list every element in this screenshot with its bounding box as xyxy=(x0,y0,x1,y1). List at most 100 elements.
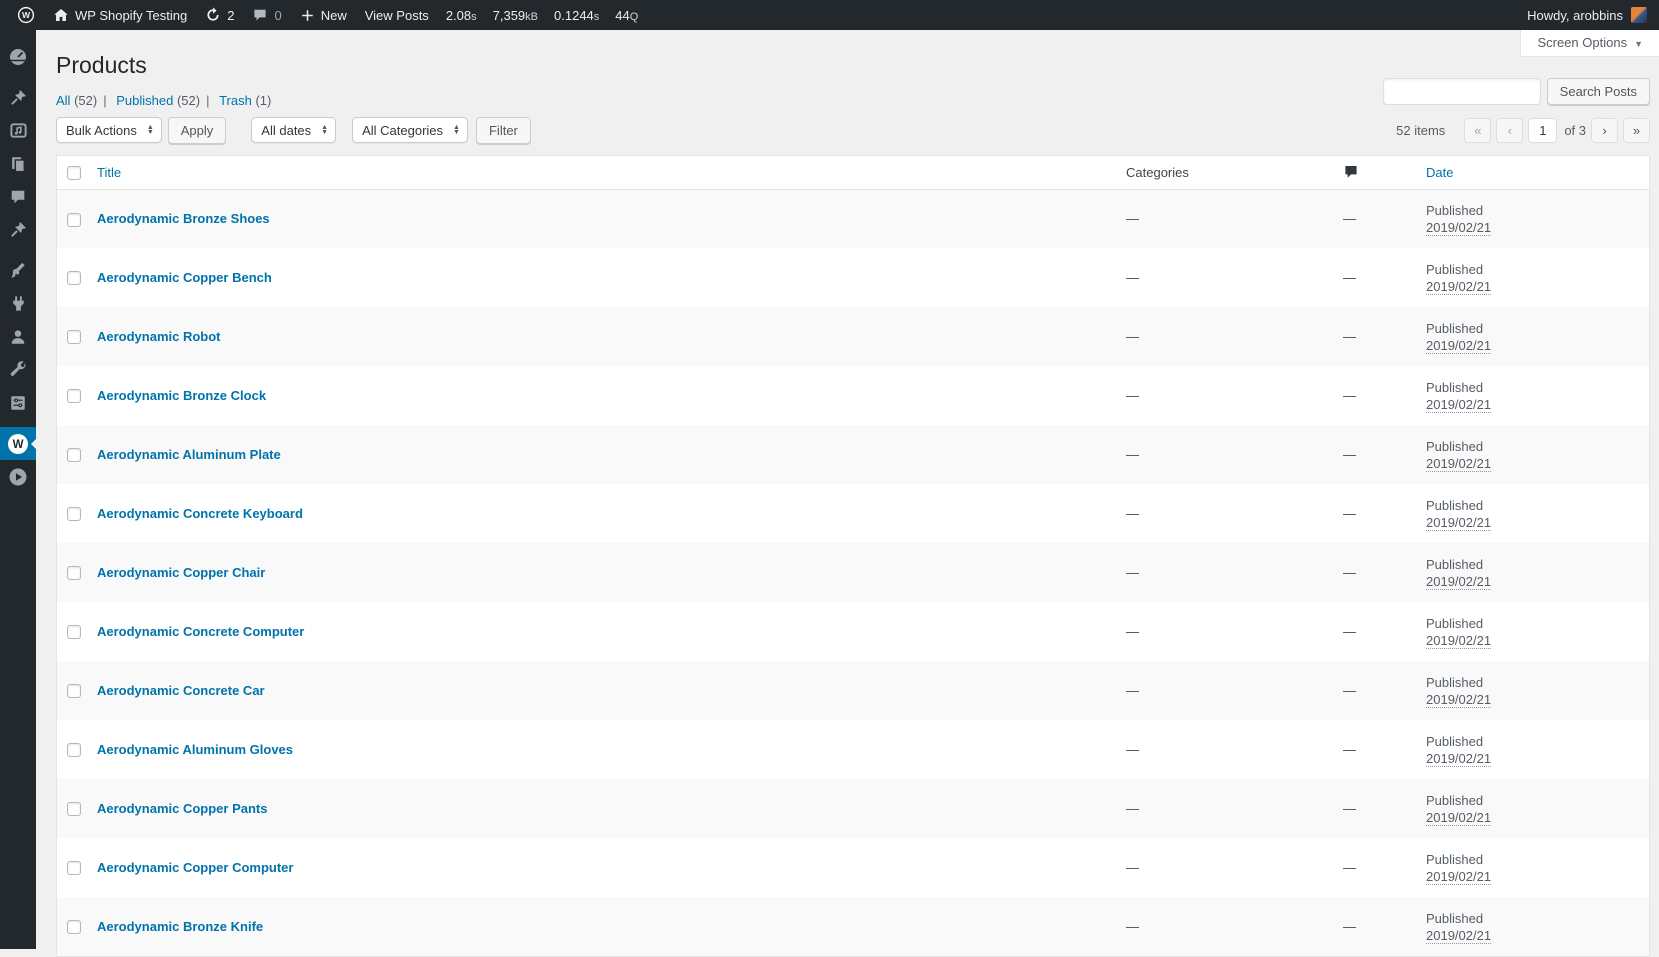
select-stepper-icon: ▲▼ xyxy=(321,125,328,135)
chevron-down-icon: ▼ xyxy=(1634,39,1643,49)
items-count: 52 items xyxy=(1396,123,1445,138)
publish-status: Published xyxy=(1426,202,1649,219)
publish-date: 2019/02/21 xyxy=(1426,338,1491,354)
comments-icon xyxy=(9,188,27,206)
admin-sidebar: W xyxy=(0,30,36,949)
comments-menu[interactable]: 0 xyxy=(243,0,290,30)
product-title-link[interactable]: Aerodynamic Bronze Knife xyxy=(97,919,263,934)
row-checkbox[interactable] xyxy=(67,861,81,875)
product-title-link[interactable]: Aerodynamic Copper Bench xyxy=(97,270,272,285)
sidebar-item-comments[interactable] xyxy=(0,180,36,213)
product-title-link[interactable]: Aerodynamic Bronze Clock xyxy=(97,388,266,403)
wp-shopify-icon: W xyxy=(7,433,29,455)
qm-time: 2.08s xyxy=(438,8,485,23)
sort-by-date-header[interactable]: Date xyxy=(1426,165,1453,180)
row-checkbox[interactable] xyxy=(67,507,81,521)
product-row: Aerodynamic Copper Chair — — Published 2… xyxy=(57,543,1649,602)
current-page-input[interactable] xyxy=(1528,118,1557,143)
categories-value: — xyxy=(1126,919,1139,934)
qm-memory: 7,359kB xyxy=(485,8,546,23)
product-title-link[interactable]: Aerodynamic Concrete Car xyxy=(97,683,265,698)
product-title-link[interactable]: Aerodynamic Bronze Shoes xyxy=(97,211,270,226)
categories-value: — xyxy=(1126,447,1139,462)
plus-icon xyxy=(300,8,315,23)
categories-value: — xyxy=(1126,742,1139,757)
updates-menu[interactable]: 2 xyxy=(196,0,243,30)
select-all-checkbox[interactable] xyxy=(67,166,81,180)
home-icon xyxy=(53,7,69,23)
sidebar-item-products[interactable] xyxy=(0,213,36,246)
dates-filter-select[interactable]: All dates ▲▼ xyxy=(251,117,336,143)
sidebar-item-plugin-extra[interactable] xyxy=(0,460,36,493)
row-checkbox[interactable] xyxy=(67,389,81,403)
apply-button[interactable]: Apply xyxy=(168,117,227,144)
row-checkbox[interactable] xyxy=(67,684,81,698)
comments-value: — xyxy=(1343,624,1356,639)
bulk-actions-select[interactable]: Bulk Actions ▲▼ xyxy=(56,117,162,143)
comments-value: — xyxy=(1343,270,1356,285)
sidebar-item-pages[interactable] xyxy=(0,147,36,180)
row-checkbox[interactable] xyxy=(67,271,81,285)
product-title-link[interactable]: Aerodynamic Robot xyxy=(97,329,221,344)
row-checkbox[interactable] xyxy=(67,566,81,580)
sidebar-item-plugins[interactable] xyxy=(0,287,36,320)
last-page-button[interactable]: » xyxy=(1623,118,1650,143)
product-title-link[interactable]: Aerodynamic Copper Pants xyxy=(97,801,268,816)
categories-value: — xyxy=(1126,270,1139,285)
product-title-link[interactable]: Aerodynamic Concrete Keyboard xyxy=(97,506,303,521)
sidebar-item-tools[interactable] xyxy=(0,353,36,386)
first-page-button: « xyxy=(1464,118,1491,143)
filter-link-trash[interactable]: Trash xyxy=(219,93,252,108)
search-posts-button[interactable]: Search Posts xyxy=(1547,78,1650,105)
product-title-link[interactable]: Aerodynamic Concrete Computer xyxy=(97,624,304,639)
sidebar-item-appearance[interactable] xyxy=(0,254,36,287)
screen-options-tab[interactable]: Screen Options▼ xyxy=(1520,30,1659,57)
site-name-menu[interactable]: WP Shopify Testing xyxy=(44,0,196,30)
publish-date: 2019/02/21 xyxy=(1426,633,1491,649)
publish-date: 2019/02/21 xyxy=(1426,456,1491,472)
product-row: Aerodynamic Bronze Knife — — Published 2… xyxy=(57,897,1649,956)
categories-filter-select[interactable]: All Categories ▲▼ xyxy=(352,117,468,143)
filter-button[interactable]: Filter xyxy=(476,117,531,144)
sidebar-item-posts[interactable] xyxy=(0,81,36,114)
admin-bar: W WP Shopify Testing 2 0 New xyxy=(0,0,1659,30)
row-checkbox[interactable] xyxy=(67,213,81,227)
products-pin-icon xyxy=(9,220,28,239)
sidebar-item-wp-shopify[interactable]: W xyxy=(0,427,36,460)
wordpress-logo-menu[interactable]: W xyxy=(8,0,44,30)
table-toolbar: Bulk Actions ▲▼ Apply All dates ▲▼ All C… xyxy=(56,116,1650,144)
sidebar-item-users[interactable] xyxy=(0,320,36,353)
sort-by-title-header[interactable]: Title xyxy=(97,165,121,180)
row-checkbox[interactable] xyxy=(67,802,81,816)
sidebar-item-settings[interactable] xyxy=(0,386,36,419)
row-checkbox[interactable] xyxy=(67,625,81,639)
my-account-menu[interactable]: Howdy, arobbins xyxy=(1518,0,1656,30)
row-checkbox[interactable] xyxy=(67,330,81,344)
search-input[interactable] xyxy=(1383,78,1541,105)
row-checkbox[interactable] xyxy=(67,743,81,757)
view-posts-menu[interactable]: View Posts xyxy=(356,0,438,30)
sidebar-item-media[interactable] xyxy=(0,114,36,147)
filter-link-published[interactable]: Published xyxy=(116,93,173,108)
product-title-link[interactable]: Aerodynamic Copper Chair xyxy=(97,565,265,580)
product-title-link[interactable]: Aerodynamic Aluminum Gloves xyxy=(97,742,293,757)
posts-pin-icon xyxy=(9,88,28,107)
categories-value: — xyxy=(1126,860,1139,875)
product-title-link[interactable]: Aerodynamic Aluminum Plate xyxy=(97,447,281,462)
row-checkbox[interactable] xyxy=(67,920,81,934)
product-row: Aerodynamic Bronze Clock — — Published 2… xyxy=(57,366,1649,425)
appearance-brush-icon xyxy=(9,261,28,280)
new-menu[interactable]: New xyxy=(291,0,356,30)
filter-link-all[interactable]: All xyxy=(56,93,70,108)
next-page-button[interactable]: › xyxy=(1591,118,1618,143)
product-title-link[interactable]: Aerodynamic Copper Computer xyxy=(97,860,293,875)
row-checkbox[interactable] xyxy=(67,448,81,462)
publish-date: 2019/02/21 xyxy=(1426,810,1491,826)
select-stepper-icon: ▲▼ xyxy=(453,125,460,135)
plugins-plug-icon xyxy=(9,294,28,313)
publish-status: Published xyxy=(1426,320,1649,337)
site-name: WP Shopify Testing xyxy=(75,8,187,23)
query-monitor-menu[interactable]: 2.08s 7,359kB 0.1244s 44Q xyxy=(438,0,647,30)
sidebar-item-dashboard[interactable] xyxy=(0,40,36,73)
product-row: Aerodynamic Robot — — Published 2019/02/… xyxy=(57,307,1649,366)
